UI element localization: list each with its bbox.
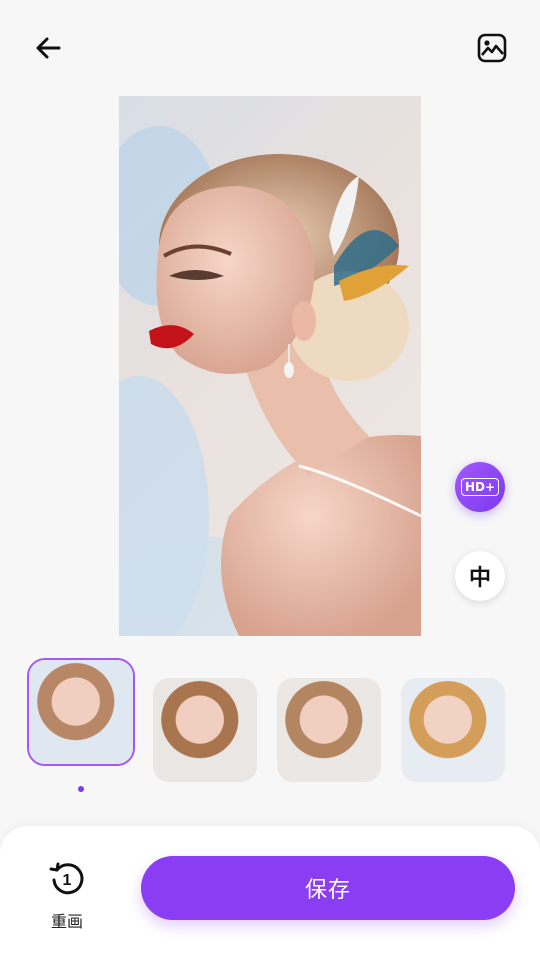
language-button[interactable]: 中 — [455, 551, 505, 601]
thumbnail-1[interactable] — [27, 658, 135, 766]
portrait-illustration — [119, 126, 421, 636]
generated-image — [119, 96, 421, 636]
image-icon — [477, 33, 507, 63]
language-label: 中 — [468, 566, 491, 591]
redraw-button[interactable]: 1 重画 — [40, 858, 94, 938]
gallery-button[interactable] — [472, 28, 512, 68]
svg-text:1: 1 — [63, 872, 72, 889]
thumbnail-3[interactable] — [277, 678, 381, 782]
hd-label: HD+ — [460, 478, 500, 496]
redraw-label: 重画 — [50, 912, 83, 931]
history-icon: 1 — [49, 862, 84, 895]
save-button[interactable]: 保存 — [141, 856, 515, 920]
selected-indicator-dot — [78, 786, 84, 792]
hd-enhance-button[interactable]: HD+ — [455, 462, 505, 512]
thumbnail-2[interactable] — [153, 678, 257, 782]
thumbnail-4[interactable] — [401, 678, 505, 782]
arrow-left-icon — [36, 37, 61, 59]
back-button[interactable] — [28, 28, 68, 68]
